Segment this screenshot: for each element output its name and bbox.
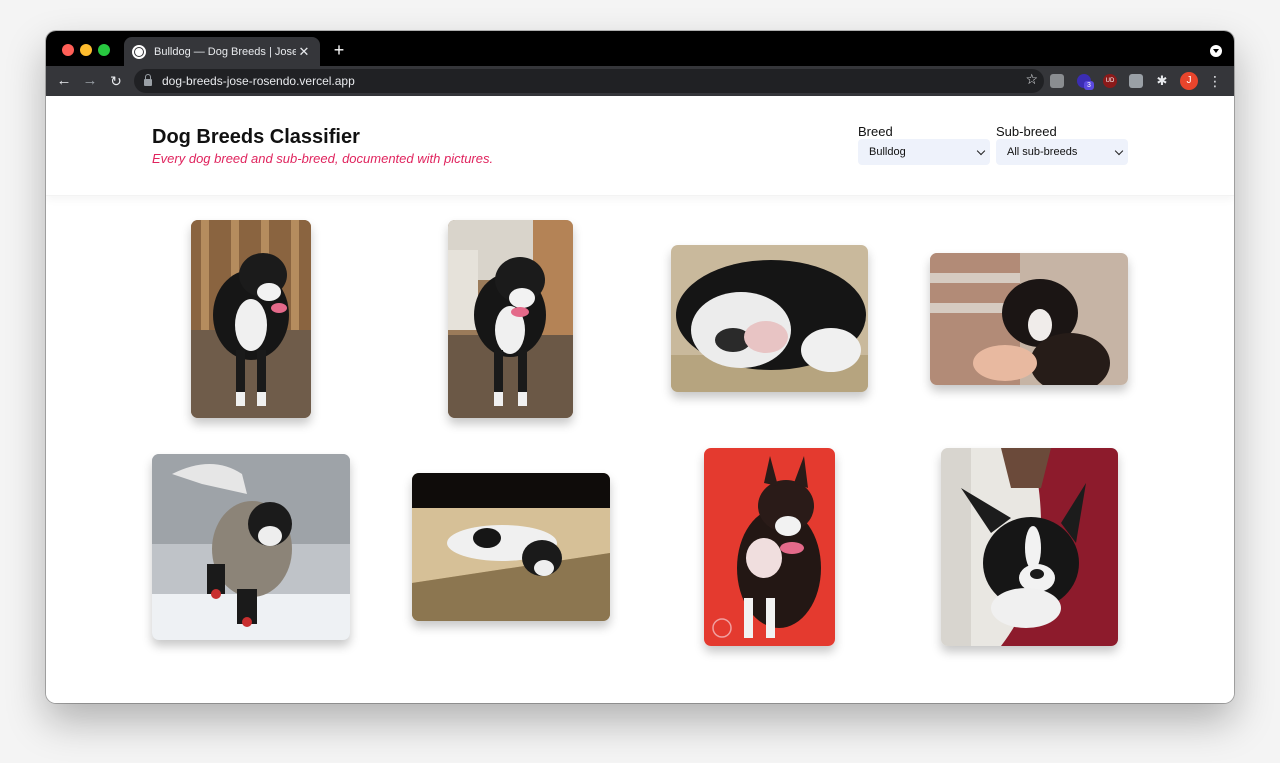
page-title: Dog Breeds Classifier — [152, 126, 360, 148]
camera-extension-icon[interactable] — [1129, 74, 1143, 88]
tab-strip: Bulldog — Dog Breeds | Jose R ✕ + — [46, 31, 1234, 66]
chevron-down-icon — [1114, 146, 1124, 156]
extension-icon[interactable]: UD — [1103, 74, 1117, 88]
extension-icon[interactable]: 3 — [1077, 74, 1094, 90]
tab-title: Bulldog — Dog Breeds | Jose R — [154, 45, 296, 58]
breed-label: Breed — [858, 124, 893, 139]
lock-icon — [144, 74, 152, 86]
page-content: Dog Breeds Classifier Every dog breed an… — [46, 96, 1234, 703]
chevron-down-icon — [976, 146, 986, 156]
site-header: Dog Breeds Classifier Every dog breed an… — [46, 96, 1234, 196]
dog-photo-4[interactable] — [930, 253, 1128, 385]
subbreed-label: Sub-breed — [996, 124, 1057, 139]
subbreed-select[interactable]: All sub-breeds — [996, 139, 1128, 165]
profile-avatar[interactable]: J — [1180, 72, 1198, 90]
dog-photo-2[interactable] — [448, 220, 573, 418]
address-bar[interactable]: dog-breeds-jose-rosendo.vercel.app ☆ — [134, 69, 1044, 93]
close-tab-icon[interactable]: ✕ — [296, 44, 312, 60]
close-window-button[interactable] — [62, 44, 74, 56]
new-tab-button[interactable]: + — [328, 39, 350, 61]
back-button[interactable]: ← — [53, 70, 75, 92]
browser-menu-icon[interactable]: ⋮ — [1208, 72, 1222, 90]
breed-select-value: Bulldog — [869, 146, 906, 158]
browser-toolbar: ← → ↻ dog-breeds-jose-rosendo.vercel.app… — [46, 66, 1234, 96]
maximize-window-button[interactable] — [98, 44, 110, 56]
puzzle-extensions-icon[interactable]: ✱ — [1155, 74, 1169, 88]
minimize-window-button[interactable] — [80, 44, 92, 56]
dog-photo-5[interactable] — [152, 454, 350, 640]
extension-badge: 3 — [1084, 81, 1094, 90]
page-subtitle: Every dog breed and sub-breed, documente… — [152, 151, 494, 166]
tab-search-icon[interactable] — [1210, 45, 1222, 57]
browser-tab[interactable]: Bulldog — Dog Breeds | Jose R ✕ — [124, 37, 320, 66]
url-text: dog-breeds-jose-rosendo.vercel.app — [162, 74, 355, 88]
extension-icon[interactable] — [1050, 74, 1064, 88]
browser-window: Bulldog — Dog Breeds | Jose R ✕ + ← → ↻ … — [46, 31, 1234, 703]
subbreed-select-value: All sub-breeds — [1007, 146, 1078, 158]
forward-button[interactable]: → — [79, 70, 101, 92]
dog-photo-6[interactable] — [412, 473, 610, 621]
breed-select[interactable]: Bulldog — [858, 139, 990, 165]
bookmark-star-icon[interactable]: ☆ — [1025, 71, 1038, 88]
reload-button[interactable]: ↻ — [105, 70, 127, 92]
favicon-icon — [132, 44, 146, 59]
dog-photo-3[interactable] — [671, 245, 868, 392]
dog-photo-1[interactable] — [191, 220, 311, 418]
dog-photo-7[interactable] — [704, 448, 835, 646]
dog-photo-8[interactable] — [941, 448, 1118, 646]
